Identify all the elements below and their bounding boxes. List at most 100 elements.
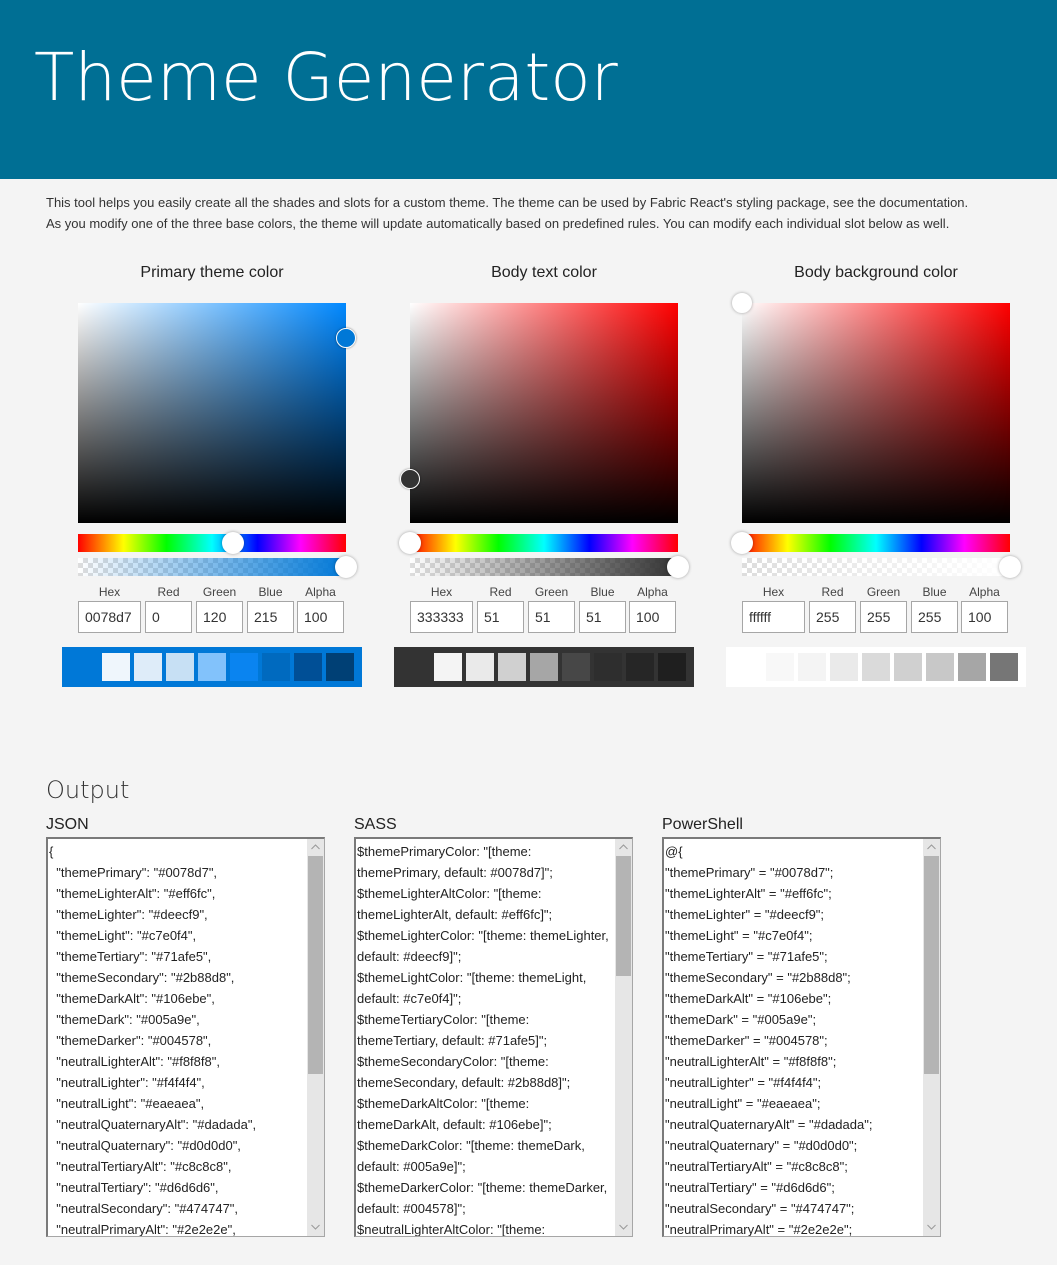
scrollbar[interactable]	[307, 839, 324, 1236]
color-fields: Hex Red Green Blue Alpha	[410, 584, 680, 634]
shade-swatches	[394, 647, 694, 687]
shade-swatch[interactable]	[926, 653, 954, 681]
blue-input[interactable]	[247, 601, 294, 633]
shade-swatch[interactable]	[562, 653, 590, 681]
shade-swatch[interactable]	[198, 653, 226, 681]
shade-swatch[interactable]	[862, 653, 890, 681]
alpha-slider-handle[interactable]	[335, 556, 357, 578]
green-label: Green	[866, 585, 901, 599]
alpha-slider[interactable]	[410, 556, 689, 578]
hue-slider-handle[interactable]	[399, 532, 421, 554]
scrollbar-thumb[interactable]	[616, 856, 631, 977]
alpha-field-group: Alpha	[629, 584, 676, 633]
output-panel-label: JSON	[46, 816, 89, 833]
alpha-slider[interactable]	[742, 556, 1021, 578]
hue-slider-handle[interactable]	[731, 532, 753, 554]
red-field-group: Red	[809, 584, 856, 633]
blue-field-group: Blue	[911, 584, 958, 633]
alpha-slider-handle[interactable]	[667, 556, 689, 578]
green-field-group: Green	[860, 584, 907, 633]
hex-label: Hex	[430, 585, 453, 599]
scrollbar-thumb[interactable]	[924, 856, 939, 1075]
shade-swatch[interactable]	[990, 653, 1018, 681]
output-textarea-powershell[interactable]: @{ "themePrimary" = "#0078d7"; "themeLig…	[662, 837, 941, 1237]
shade-swatch[interactable]	[134, 653, 162, 681]
shade-swatch[interactable]	[830, 653, 858, 681]
hex-input[interactable]	[742, 601, 805, 633]
red-field-group: Red	[477, 584, 524, 633]
shade-swatch[interactable]	[594, 653, 622, 681]
shade-swatch[interactable]	[766, 653, 794, 681]
alpha-input[interactable]	[297, 601, 344, 633]
blue-input[interactable]	[911, 601, 958, 633]
shade-swatch[interactable]	[102, 653, 130, 681]
hex-input[interactable]	[410, 601, 473, 633]
blue-label: Blue	[258, 585, 283, 599]
green-label: Green	[534, 585, 569, 599]
shade-swatch[interactable]	[894, 653, 922, 681]
output-panel-label: PowerShell	[662, 816, 743, 833]
alpha-input[interactable]	[961, 601, 1008, 633]
alpha-slider-handle[interactable]	[999, 556, 1021, 578]
shade-swatch[interactable]	[958, 653, 986, 681]
green-input[interactable]	[528, 601, 575, 633]
shade-swatch[interactable]	[658, 653, 686, 681]
color-handle[interactable]	[400, 469, 420, 489]
output-panel-label: SASS	[354, 816, 397, 833]
hex-field-group: Hex	[742, 584, 805, 633]
shade-swatch[interactable]	[166, 653, 194, 681]
blue-input[interactable]	[579, 601, 626, 633]
hex-input[interactable]	[78, 601, 141, 633]
color-fields: Hex Red Green Blue Alpha	[742, 584, 1012, 634]
color-handle[interactable]	[732, 293, 752, 313]
shade-swatch[interactable]	[626, 653, 654, 681]
shade-swatch[interactable]	[498, 653, 526, 681]
shade-swatch[interactable]	[262, 653, 290, 681]
shade-swatch[interactable]	[530, 653, 558, 681]
alpha-field-group: Alpha	[961, 584, 1008, 633]
intro-line-1: This tool helps you easily create all th…	[46, 195, 969, 210]
output-textarea-json[interactable]: { "themePrimary": "#0078d7", "themeLight…	[46, 837, 325, 1237]
scrollbar[interactable]	[923, 839, 940, 1236]
shade-swatch[interactable]	[294, 653, 322, 681]
hex-label: Hex	[98, 585, 121, 599]
scroll-up-icon[interactable]	[615, 839, 632, 856]
scroll-down-icon[interactable]	[615, 1219, 632, 1236]
shade-swatch[interactable]	[466, 653, 494, 681]
hue-slider[interactable]	[78, 532, 346, 554]
shade-swatch[interactable]	[798, 653, 826, 681]
output-panel-sass: SASS $themePrimaryColor: "[theme: themeP…	[354, 814, 634, 1237]
output-panel-powershell: PowerShell @{ "themePrimary" = "#0078d7"…	[662, 814, 942, 1237]
shade-swatches	[726, 647, 1026, 687]
shade-swatch[interactable]	[230, 653, 258, 681]
alpha-input[interactable]	[629, 601, 676, 633]
saturation-value-area[interactable]	[78, 303, 356, 523]
alpha-field-group: Alpha	[297, 584, 344, 633]
green-field-group: Green	[528, 584, 575, 633]
saturation-value-area[interactable]	[400, 303, 678, 523]
output-textarea-sass[interactable]: $themePrimaryColor: "[theme: themePrimar…	[354, 837, 633, 1237]
red-input[interactable]	[477, 601, 524, 633]
alpha-slider[interactable]	[78, 556, 357, 578]
output-text: { "themePrimary": "#0078d7", "themeLight…	[49, 844, 257, 1237]
color-handle[interactable]	[336, 328, 356, 349]
shade-swatch[interactable]	[326, 653, 354, 681]
scrollbar[interactable]	[615, 839, 632, 1236]
shade-swatch[interactable]	[434, 653, 462, 681]
hue-slider-handle[interactable]	[222, 532, 245, 554]
scroll-down-icon[interactable]	[923, 1219, 940, 1236]
scrollbar-thumb[interactable]	[308, 856, 323, 1075]
output-text: @{ "themePrimary" = "#0078d7"; "themeLig…	[665, 844, 873, 1237]
red-input[interactable]	[809, 601, 856, 633]
scroll-up-icon[interactable]	[307, 839, 324, 856]
red-input[interactable]	[145, 601, 192, 633]
saturation-value-area[interactable]	[732, 293, 1010, 523]
scroll-up-icon[interactable]	[923, 839, 940, 856]
scroll-down-icon[interactable]	[307, 1219, 324, 1236]
green-label: Green	[202, 585, 237, 599]
green-input[interactable]	[860, 601, 907, 633]
green-input[interactable]	[196, 601, 243, 633]
hue-slider[interactable]	[731, 532, 1010, 554]
blue-label: Blue	[590, 585, 615, 599]
hue-slider[interactable]	[399, 532, 678, 554]
